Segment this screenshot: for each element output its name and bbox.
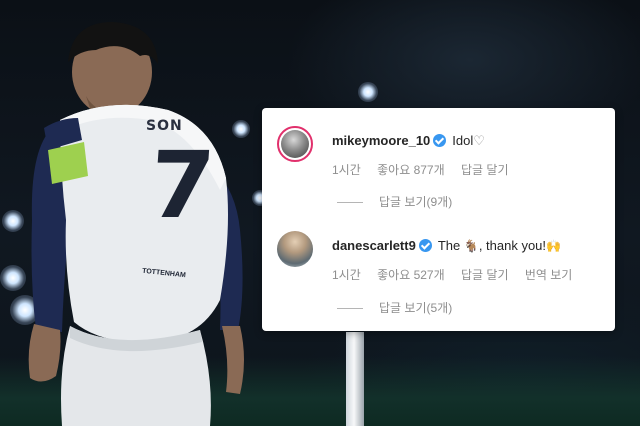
comments-card: mikeymoore_10 Idol♡ 1시간 좋아요 877개 답글 달기 답글… [262, 108, 615, 331]
floodlight [358, 82, 378, 102]
corner-flag-post [346, 332, 364, 426]
comment-time: 1시간 [332, 163, 361, 177]
username[interactable]: danescarlett9 [332, 238, 416, 253]
goat-emoji-icon: 🐐 [463, 239, 479, 253]
comment-text-before: The [437, 238, 461, 253]
view-replies-button[interactable]: 답글 보기(9개) [337, 193, 452, 210]
likes-count[interactable]: 좋아요 527개 [377, 268, 445, 282]
divider-dash [337, 308, 363, 310]
comment-text-after: , thank you! [478, 238, 547, 253]
jersey-number: 7 [146, 132, 216, 239]
verified-badge-icon [433, 134, 447, 147]
reply-button[interactable]: 답글 달기 [461, 268, 509, 282]
divider-dash [337, 202, 363, 204]
reply-button[interactable]: 답글 달기 [461, 163, 509, 177]
comment-line: mikeymoore_10 Idol♡ [332, 133, 485, 151]
username[interactable]: mikeymoore_10 [332, 133, 430, 148]
raising-hands-emoji-icon: 🙌 [546, 239, 561, 253]
view-replies-label: 답글 보기(5개) [379, 301, 453, 315]
avatar[interactable] [277, 231, 313, 267]
avatar-image [281, 130, 309, 158]
heart-outline-icon: ♡ [473, 133, 485, 148]
comment-text: Idol [452, 133, 474, 148]
comment-meta: 1시간 좋아요 527개 답글 달기 번역 보기 [332, 266, 585, 283]
player: SON 7 TOTTENHAM [0, 0, 280, 426]
likes-count[interactable]: 좋아요 877개 [377, 163, 445, 177]
view-replies-button[interactable]: 답글 보기(5개) [337, 299, 452, 316]
avatar[interactable] [277, 126, 313, 162]
comment-time: 1시간 [332, 268, 361, 282]
view-replies-label: 답글 보기(9개) [379, 195, 453, 209]
translate-button[interactable]: 번역 보기 [525, 268, 573, 282]
verified-badge-icon [418, 239, 432, 252]
player-silhouette [28, 22, 244, 426]
comment-meta: 1시간 좋아요 877개 답글 달기 [332, 161, 521, 178]
comment-line: danescarlett9 The 🐐, thank you!🙌 [332, 238, 561, 256]
